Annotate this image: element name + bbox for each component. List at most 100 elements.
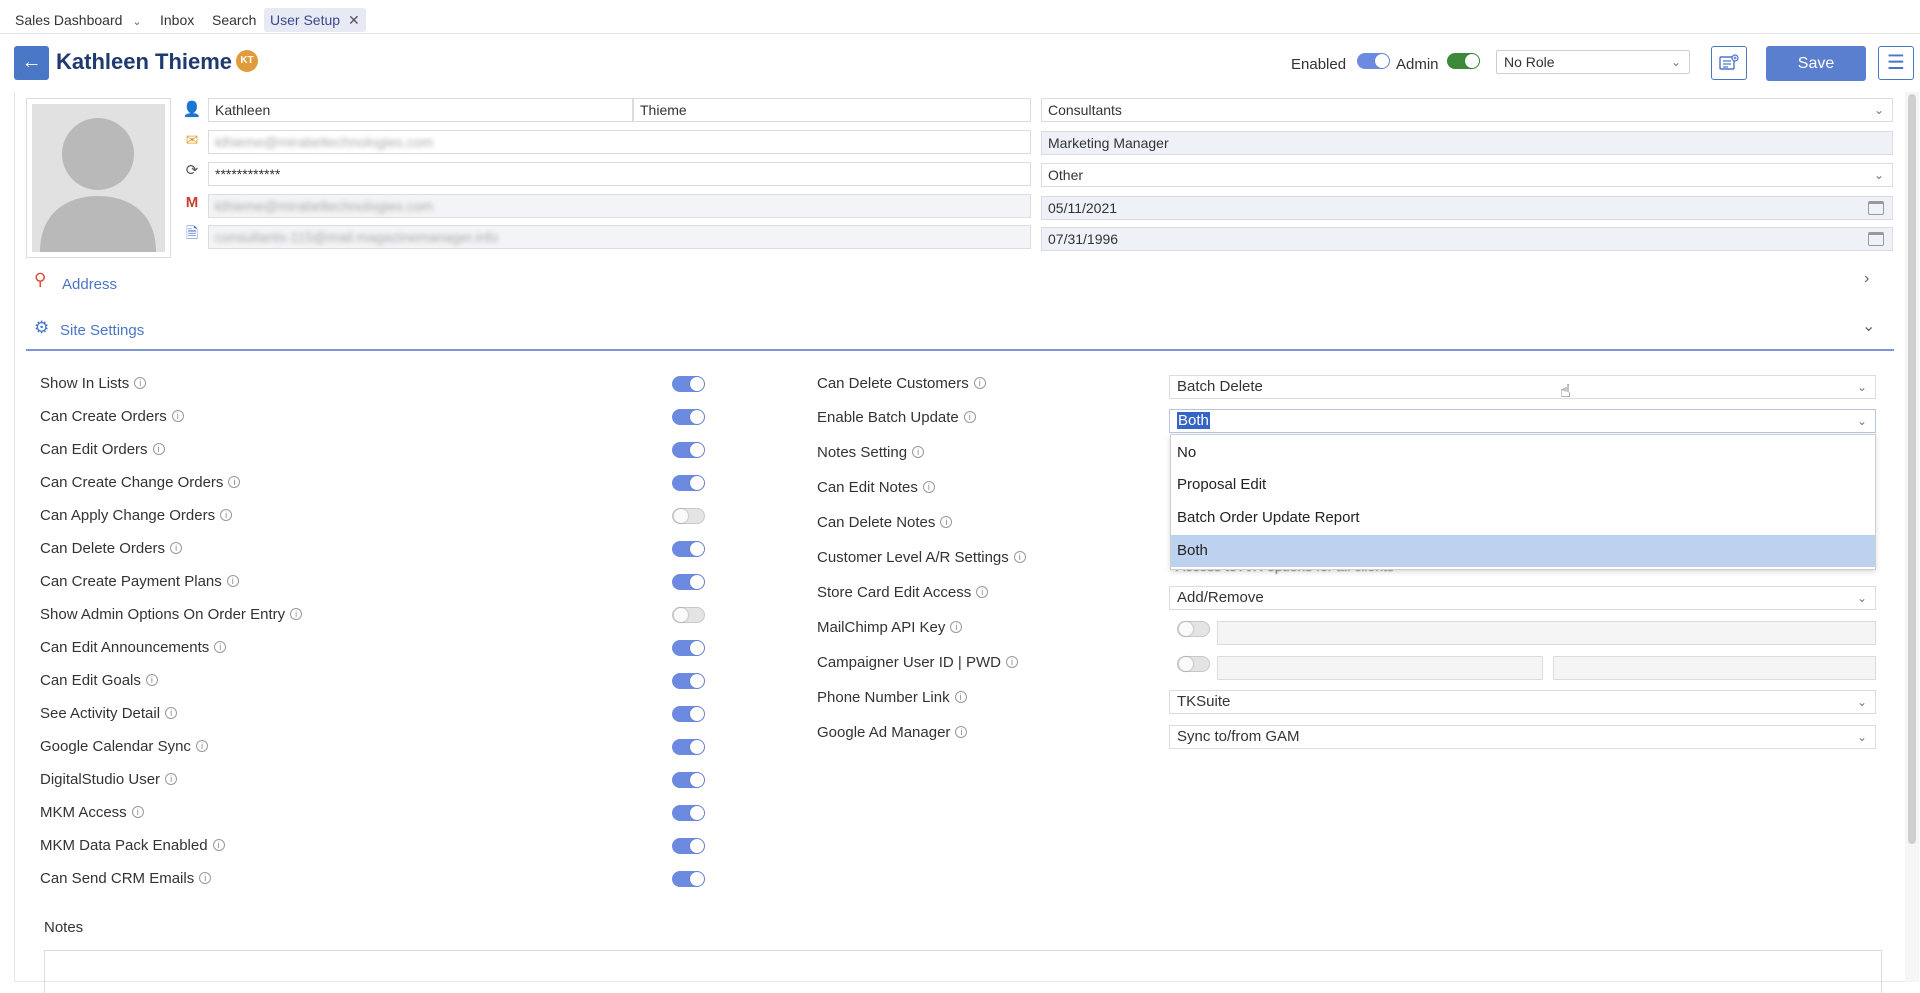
mailchimp-toggle[interactable] <box>1177 621 1210 637</box>
notes-textarea[interactable] <box>44 950 1882 993</box>
info-icon[interactable]: i <box>134 377 147 389</box>
google-ad-manager-select[interactable]: Sync to/from GAM ⌄ <box>1169 725 1876 749</box>
can-edit-announcements-toggle[interactable] <box>672 640 705 656</box>
job-title-field[interactable]: Marketing Manager <box>1041 131 1893 155</box>
can-create-orders-toggle[interactable] <box>672 409 705 425</box>
info-icon[interactable]: i <box>170 542 183 554</box>
category-select[interactable]: Other ⌄ <box>1041 163 1893 187</box>
phone-number-link-select[interactable]: TKSuite ⌄ <box>1169 690 1876 714</box>
tab-search[interactable]: Search <box>206 8 262 32</box>
see-activity-detail-toggle[interactable] <box>672 706 705 722</box>
mkm-data-pack-toggle[interactable] <box>672 838 705 854</box>
can-apply-change-orders-toggle[interactable] <box>672 508 705 524</box>
date-field-1[interactable]: 05/11/2021 <box>1041 196 1893 220</box>
store-card-edit-access-select[interactable]: Add/Remove ⌄ <box>1169 586 1876 610</box>
enable-batch-update-select[interactable]: Both ⌄ <box>1169 409 1876 433</box>
info-icon[interactable]: i <box>1005 656 1018 668</box>
show-admin-options-toggle[interactable] <box>672 607 705 623</box>
close-icon[interactable]: ✕ <box>348 12 360 28</box>
mailchimp-api-key-input[interactable] <box>1217 621 1876 645</box>
menu-button[interactable]: ☰ <box>1878 46 1914 80</box>
role-select[interactable]: No Role ⌄ <box>1496 50 1690 74</box>
can-delete-orders-toggle[interactable] <box>672 541 705 557</box>
site-settings-section-title[interactable]: Site Settings <box>60 322 144 339</box>
user-photo[interactable] <box>26 98 171 258</box>
info-icon[interactable]: i <box>940 516 953 528</box>
show-in-lists-toggle[interactable] <box>672 376 705 392</box>
vertical-scrollbar[interactable] <box>1905 92 1919 982</box>
info-icon[interactable]: i <box>950 621 963 633</box>
info-icon[interactable]: i <box>226 575 239 587</box>
info-icon[interactable]: i <box>165 707 178 719</box>
can-edit-goals-toggle[interactable] <box>672 673 705 689</box>
campaigner-password-input[interactable] <box>1553 656 1876 680</box>
calendar-icon[interactable] <box>1868 201 1884 215</box>
chevron-down-icon[interactable]: ⌄ <box>132 10 141 34</box>
department-select[interactable]: Consultants ⌄ <box>1041 98 1893 122</box>
setting-label: Can Create Change Orders <box>40 474 224 491</box>
google-calendar-sync-toggle[interactable] <box>672 739 705 755</box>
first-name-field[interactable]: Kathleen <box>208 98 633 122</box>
info-icon[interactable]: i <box>214 641 227 653</box>
can-send-crm-emails-toggle[interactable] <box>672 871 705 887</box>
calendar-icon[interactable] <box>1868 232 1884 246</box>
info-icon[interactable]: i <box>973 377 986 389</box>
setting-label: See Activity Detail <box>40 705 161 722</box>
email-field[interactable]: kthieme@mirabeltechnologies.com <box>208 130 1031 154</box>
setting-can-edit-notes: Can Edit Notes i <box>817 479 935 496</box>
card-export-button[interactable] <box>1711 46 1747 80</box>
digitalstudio-user-toggle[interactable] <box>672 772 705 788</box>
campaigner-user-id-input[interactable] <box>1217 656 1543 680</box>
admin-toggle[interactable] <box>1447 53 1480 69</box>
setting-campaigner-user: Campaigner User ID | PWD i <box>817 654 1018 671</box>
setting-label: Can Delete Notes <box>817 514 936 531</box>
info-icon[interactable]: i <box>152 443 165 455</box>
info-icon[interactable]: i <box>976 586 989 598</box>
department-value: Consultants <box>1048 102 1122 118</box>
info-icon[interactable]: i <box>145 674 158 686</box>
info-icon[interactable]: i <box>922 481 935 493</box>
can-delete-customers-select[interactable]: Batch Delete ⌄ <box>1169 375 1876 399</box>
dropdown-option-no[interactable]: No <box>1171 437 1875 469</box>
info-icon[interactable]: i <box>131 806 144 818</box>
info-icon[interactable]: i <box>228 476 241 488</box>
info-icon[interactable]: i <box>165 773 178 785</box>
info-icon[interactable]: i <box>963 411 976 423</box>
info-icon[interactable]: i <box>212 839 225 851</box>
scrollbar-thumb[interactable] <box>1908 94 1916 844</box>
tab-sales-dashboard[interactable]: Sales Dashboard ⌄ <box>9 8 148 32</box>
password-field[interactable]: ************ <box>208 162 1031 186</box>
info-icon[interactable]: i <box>1013 551 1026 563</box>
mkm-access-toggle[interactable] <box>672 805 705 821</box>
info-icon[interactable]: i <box>954 691 967 703</box>
info-icon[interactable]: i <box>220 509 233 521</box>
password-reset-icon: ⟳ <box>185 162 199 179</box>
info-icon[interactable]: i <box>290 608 303 620</box>
tab-user-setup[interactable]: User Setup ✕ <box>264 8 366 32</box>
campaigner-toggle[interactable] <box>1177 656 1210 672</box>
save-button[interactable]: Save <box>1766 46 1866 81</box>
tab-inbox[interactable]: Inbox <box>154 8 200 32</box>
enabled-toggle[interactable] <box>1357 53 1390 69</box>
dropdown-option-batch-order-update-report[interactable]: Batch Order Update Report <box>1171 502 1875 534</box>
info-icon[interactable]: i <box>955 726 968 738</box>
chevron-down-icon[interactable]: ⌄ <box>1862 316 1875 336</box>
chevron-right-icon[interactable]: › <box>1864 270 1869 288</box>
gmail-field[interactable]: kthieme@mirabeltechnologies.com <box>208 194 1031 218</box>
dropdown-option-proposal-edit[interactable]: Proposal Edit <box>1171 469 1875 501</box>
back-button[interactable]: ← <box>14 46 49 80</box>
date-field-2[interactable]: 07/31/1996 <box>1041 227 1893 251</box>
alt-email-field[interactable]: consultants-115@mail.magazinemanager.inf… <box>208 225 1031 249</box>
setting-mkm-data-pack: MKM Data Pack Enabled i <box>40 837 225 854</box>
info-icon[interactable]: i <box>171 410 184 422</box>
address-section-title[interactable]: Address <box>62 276 117 293</box>
info-icon[interactable]: i <box>195 740 208 752</box>
setting-can-create-change-orders: Can Create Change Orders i <box>40 474 241 491</box>
info-icon[interactable]: i <box>199 872 212 884</box>
dropdown-option-both[interactable]: Both <box>1171 535 1875 567</box>
can-create-payment-plans-toggle[interactable] <box>672 574 705 590</box>
info-icon[interactable]: i <box>912 446 925 458</box>
last-name-field[interactable]: Thieme <box>633 98 1031 122</box>
can-create-change-orders-toggle[interactable] <box>672 475 705 491</box>
can-edit-orders-toggle[interactable] <box>672 442 705 458</box>
